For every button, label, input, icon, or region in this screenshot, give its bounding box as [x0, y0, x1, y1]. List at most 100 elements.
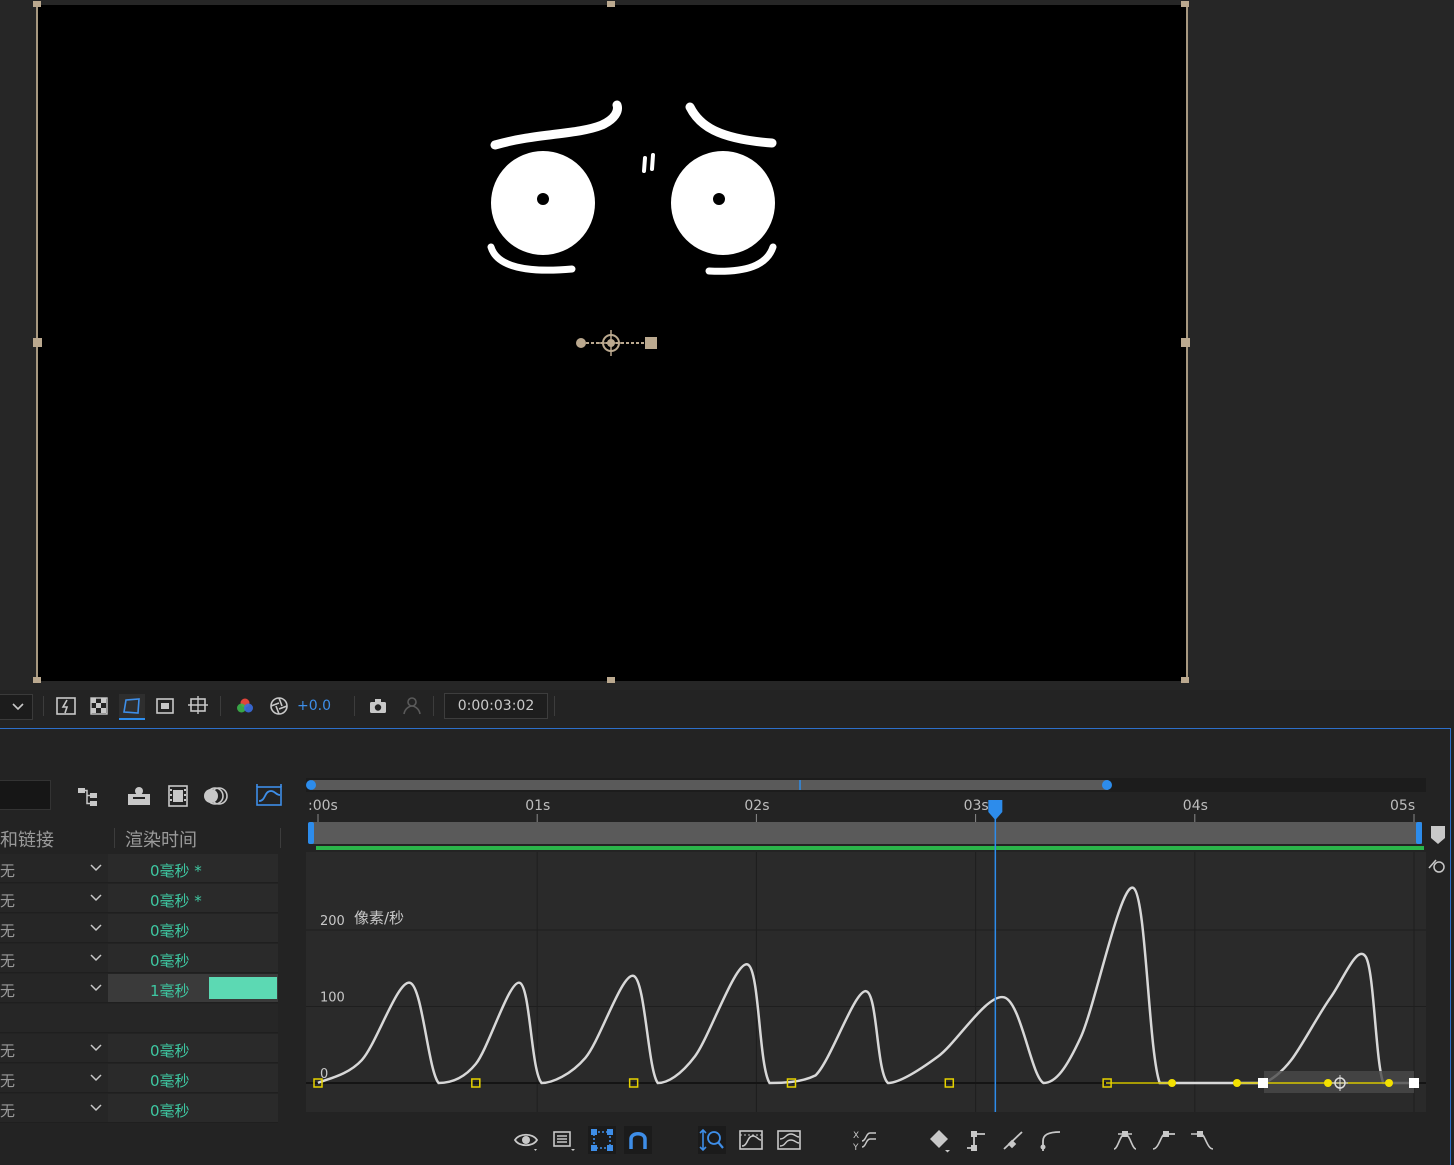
transform-handle-bottom[interactable] — [607, 677, 615, 683]
composition-canvas[interactable] — [37, 5, 1187, 681]
column-header-parent-link[interactable]: 和链接 — [0, 826, 54, 852]
render-time-value: 0毫秒 — [150, 1102, 190, 1120]
separate-dimensions-button[interactable]: XY — [850, 1126, 878, 1154]
layer-row[interactable]: 无 0毫秒 * — [0, 884, 278, 913]
parent-mode-dropdown[interactable]: 无 — [0, 944, 108, 972]
fit-all-graphs-button[interactable] — [775, 1126, 803, 1154]
motion-blur-button[interactable] — [203, 782, 231, 810]
transform-handle-bottom-left[interactable] — [33, 677, 41, 683]
region-icon — [156, 698, 174, 714]
take-snapshot-button[interactable] — [365, 694, 391, 718]
bezier-handle-point[interactable] — [1233, 1079, 1241, 1087]
bezier-handle-point[interactable] — [1168, 1079, 1176, 1087]
layer-row-selected[interactable]: 无 1毫秒 — [0, 974, 278, 1003]
render-time-value: 1毫秒 — [150, 982, 190, 1000]
graph-editor-icon — [256, 784, 282, 806]
transform-box-button[interactable] — [588, 1126, 616, 1154]
parent-mode-dropdown[interactable]: 无 — [0, 1064, 108, 1092]
column-header-render-time[interactable]: 渲染时间 — [125, 826, 197, 852]
layer-row[interactable]: 无 0毫秒 — [0, 1064, 278, 1093]
magnification-dropdown[interactable] — [0, 694, 33, 720]
region-of-interest-button[interactable] — [152, 694, 178, 718]
easy-ease-in-button[interactable] — [1150, 1126, 1178, 1154]
keyframe-selected[interactable] — [1409, 1078, 1419, 1088]
transform-handle-top-left[interactable] — [33, 1, 41, 7]
work-area-start-handle[interactable] — [308, 822, 314, 844]
transform-handle-top-right[interactable] — [1181, 1, 1189, 7]
bezier-handle-point[interactable] — [1385, 1079, 1393, 1087]
keyframe-selected[interactable] — [1258, 1078, 1268, 1088]
layer-row[interactable]: 无 0毫秒 — [0, 914, 278, 943]
parent-mode-dropdown[interactable]: 无 — [0, 914, 108, 942]
fit-selection-icon — [739, 1130, 763, 1150]
choose-property-button[interactable] — [512, 1126, 540, 1154]
ruler-label: 01s — [525, 798, 550, 814]
face-artwork[interactable] — [477, 95, 797, 285]
parent-mode-dropdown[interactable]: 无 — [0, 974, 108, 1002]
shy-icon — [128, 787, 150, 805]
transform-handle-left[interactable] — [33, 338, 42, 347]
layer-row[interactable]: 无 0毫秒 — [0, 1034, 278, 1063]
graph-type-options-button[interactable] — [550, 1126, 578, 1154]
graph-plot-area[interactable] — [306, 852, 1426, 1112]
graph-editor[interactable]: :00s 01s 02s 03s 04s 05s 0100200 像素/秒 — [306, 776, 1426, 1112]
layer-row[interactable]: 无 0毫秒 * — [0, 854, 278, 883]
exposure-reset-button[interactable] — [266, 694, 292, 718]
convert-to-auto-bezier-button[interactable] — [1037, 1126, 1065, 1154]
graph-editor-toggle-button[interactable] — [254, 782, 284, 810]
truncated-label: 无 — [0, 1072, 16, 1090]
easy-ease-button[interactable] — [1111, 1126, 1139, 1154]
layer-row[interactable]: 无 0毫秒 — [0, 944, 278, 973]
fit-all-icon — [777, 1130, 801, 1150]
layer-row[interactable]: 无 0毫秒 — [0, 1094, 278, 1123]
parent-pick-whip-button[interactable] — [76, 782, 104, 810]
navigator-end-handle[interactable] — [1102, 780, 1112, 790]
bezier-handle-point[interactable] — [1324, 1079, 1332, 1087]
render-cache-bar — [316, 846, 1424, 850]
parent-mode-dropdown[interactable]: 无 — [0, 1034, 108, 1062]
frame-blending-button[interactable] — [164, 782, 192, 810]
show-snapshot-button[interactable] — [398, 694, 424, 718]
fit-selection-button[interactable] — [737, 1126, 765, 1154]
anchor-point-handle[interactable] — [573, 329, 663, 357]
layer-search-input[interactable] — [0, 780, 51, 810]
mask-visibility-button[interactable] — [119, 694, 145, 720]
chevron-down-icon — [12, 703, 24, 711]
auto-bezier-icon — [1040, 1131, 1061, 1151]
transform-handle-top[interactable] — [607, 1, 615, 7]
shy-layers-button[interactable] — [125, 782, 153, 810]
parent-mode-dropdown[interactable]: 无 — [0, 884, 108, 912]
convert-to-linear-button[interactable] — [999, 1126, 1027, 1154]
work-area-end-handle[interactable] — [1416, 822, 1422, 844]
fast-preview-button[interactable] — [53, 694, 79, 718]
transparency-grid-button[interactable] — [86, 694, 112, 718]
layer-row-empty[interactable] — [0, 1004, 278, 1033]
work-area-bar[interactable] — [310, 822, 1422, 844]
transform-handle-bottom-right[interactable] — [1181, 677, 1189, 683]
checkerboard-icon — [90, 697, 108, 715]
grid-guides-button[interactable] — [185, 694, 211, 718]
grid-guides-icon — [188, 696, 208, 714]
parent-mode-dropdown[interactable]: 无 — [0, 1094, 108, 1122]
transform-handle-right[interactable] — [1181, 338, 1190, 347]
auto-zoom-height-button[interactable] — [698, 1126, 726, 1154]
navigator-start-handle[interactable] — [306, 780, 316, 790]
chevron-down-icon — [90, 894, 102, 902]
convert-to-hold-button[interactable] — [962, 1126, 990, 1154]
comp-marker-bin[interactable] — [1428, 824, 1448, 878]
time-ruler[interactable] — [306, 792, 1426, 822]
chevron-down-icon — [90, 1104, 102, 1112]
svg-text:X: X — [853, 1131, 859, 1141]
channel-button[interactable] — [232, 694, 258, 718]
render-time-value: 0毫秒 — [150, 1042, 190, 1060]
exposure-value[interactable]: +0.0 — [297, 698, 331, 714]
parent-mode-dropdown[interactable]: 无 — [0, 854, 108, 882]
toolbar-separator — [433, 696, 434, 716]
time-navigator-bar[interactable] — [312, 780, 1108, 790]
current-time-display[interactable]: 0:00:03:02 — [444, 693, 548, 719]
truncated-label: 无 — [0, 892, 16, 910]
snap-button[interactable] — [624, 1126, 652, 1154]
easy-ease-out-button[interactable] — [1188, 1126, 1216, 1154]
y-axis-unit-label: 像素/秒 — [354, 909, 404, 927]
edit-keyframe-button[interactable] — [925, 1126, 953, 1154]
